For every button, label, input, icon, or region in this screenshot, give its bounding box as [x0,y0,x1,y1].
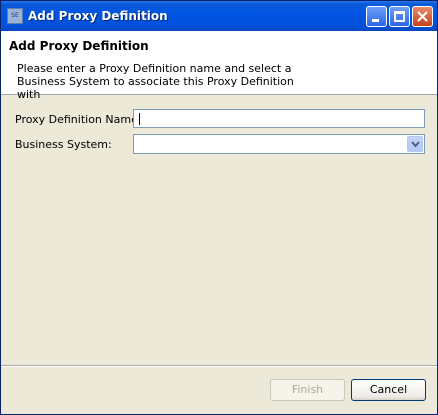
header-description: Please enter a Proxy Definition name and… [17,62,294,101]
proxy-name-input[interactable] [133,109,425,128]
dropdown-arrow-button[interactable] [407,136,423,152]
dialog-window: SE Add Proxy Definition Add Proxy Defini… [0,0,438,415]
business-system-select[interactable] [133,134,425,154]
maximize-icon [394,11,405,22]
window-title: Add Proxy Definition [28,9,168,23]
minimize-button[interactable] [366,6,387,27]
title-bar[interactable]: SE Add Proxy Definition [1,1,437,31]
close-icon [417,11,428,22]
footer-divider [1,365,437,367]
header-title: Add Proxy Definition [9,39,149,53]
cancel-button[interactable]: Cancel [351,379,426,401]
text-caret [139,113,140,125]
proxy-name-label: Proxy Definition Name: [15,113,142,126]
close-button[interactable] [412,6,433,27]
maximize-button[interactable] [389,6,410,27]
business-system-label: Business System: [15,138,112,151]
finish-button[interactable]: Finish [270,379,345,401]
minimize-icon [372,19,379,22]
chevron-down-icon [411,141,420,148]
app-window-icon: SE [7,8,23,24]
dialog-header: Add Proxy Definition Please enter a Prox… [1,31,437,101]
